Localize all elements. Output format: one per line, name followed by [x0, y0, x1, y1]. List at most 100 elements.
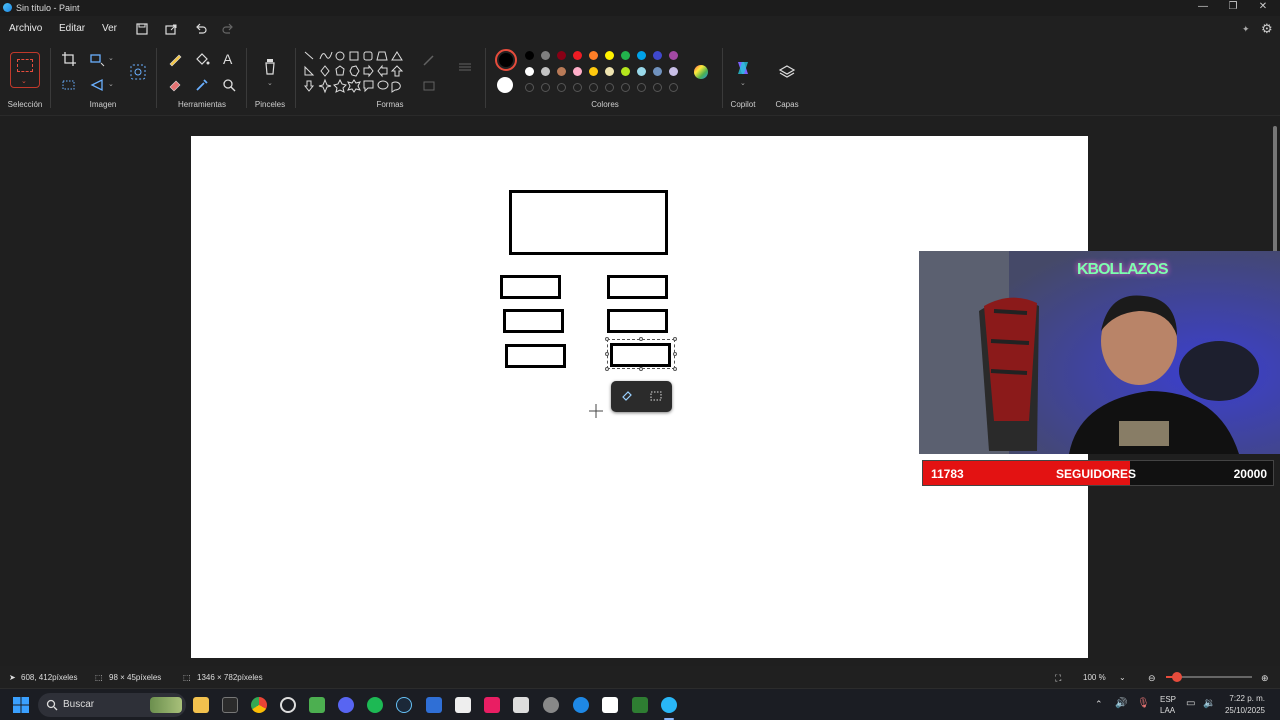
xbox-icon[interactable]: [632, 697, 648, 713]
custom-color-slot[interactable]: [669, 83, 678, 92]
shape-outline-icon[interactable]: [421, 52, 437, 68]
share-icon[interactable]: [163, 21, 179, 37]
capcut-icon[interactable]: [602, 697, 618, 713]
color-swatch[interactable]: [637, 51, 646, 60]
rotate-dropdown-chevron-icon[interactable]: ⌄: [108, 80, 114, 88]
image-select-all-icon[interactable]: [61, 77, 77, 93]
obs-icon[interactable]: [280, 697, 296, 713]
undo-icon[interactable]: [193, 21, 209, 37]
paint-taskbar-icon[interactable]: [661, 697, 677, 713]
app-icon[interactable]: [426, 697, 442, 713]
color-swatch[interactable]: [637, 67, 646, 76]
close-button[interactable]: ✕: [1248, 0, 1278, 16]
network-icon[interactable]: ▭: [1186, 698, 1195, 709]
speaker-icon[interactable]: 🔉: [1203, 698, 1215, 709]
color-swatch[interactable]: [621, 67, 630, 76]
resize-icon[interactable]: [89, 51, 105, 67]
crop-icon[interactable]: [61, 51, 77, 67]
color-swatch[interactable]: [669, 67, 678, 76]
stroke-size-icon[interactable]: [457, 59, 473, 75]
color-swatch[interactable]: [541, 67, 550, 76]
eraser-icon[interactable]: [167, 77, 183, 93]
color-swatch[interactable]: [605, 67, 614, 76]
color-swatch[interactable]: [573, 51, 582, 60]
color-swatch[interactable]: [605, 51, 614, 60]
color-swatch[interactable]: [669, 51, 678, 60]
document-icon[interactable]: [455, 697, 471, 713]
color-swatch[interactable]: [557, 51, 566, 60]
copilot-dropdown-chevron-icon[interactable]: ⌄: [740, 79, 746, 87]
notepad-icon[interactable]: [513, 697, 529, 713]
remove-background-icon[interactable]: [620, 389, 634, 403]
fill-bucket-icon[interactable]: [194, 51, 210, 67]
custom-color-slot[interactable]: [525, 83, 534, 92]
resize-handle[interactable]: [605, 367, 609, 371]
custom-color-slot[interactable]: [541, 83, 550, 92]
tray-overflow-chevron-icon[interactable]: ⌃: [1095, 699, 1103, 710]
maximize-button[interactable]: ❐: [1218, 0, 1248, 16]
settings-icon[interactable]: [543, 697, 559, 713]
custom-color-slot[interactable]: [589, 83, 598, 92]
file-explorer-icon[interactable]: [193, 697, 209, 713]
resize-handle[interactable]: [605, 352, 609, 356]
image-background-icon[interactable]: [129, 63, 147, 81]
custom-color-slot[interactable]: [653, 83, 662, 92]
shape-selection-box[interactable]: [607, 339, 675, 369]
color-picker-icon[interactable]: [194, 77, 210, 93]
bluestacks-icon[interactable]: [309, 697, 325, 713]
zoom-dropdown-chevron-icon[interactable]: ⌄: [1119, 673, 1126, 682]
resize-handle[interactable]: [639, 337, 643, 341]
custom-color-slot[interactable]: [557, 83, 566, 92]
save-icon[interactable]: [134, 21, 150, 37]
rotate-icon[interactable]: [89, 77, 105, 93]
layers-icon[interactable]: [778, 63, 796, 81]
volume-icon[interactable]: 🔊: [1115, 698, 1127, 709]
color-swatch[interactable]: [653, 67, 662, 76]
brush-icon[interactable]: [262, 57, 278, 77]
menu-editar[interactable]: Editar: [59, 23, 85, 34]
zoom-in-icon[interactable]: ⊕: [1261, 673, 1269, 684]
windows-start-icon[interactable]: [13, 697, 29, 713]
custom-color-slot[interactable]: [573, 83, 582, 92]
secondary-color-swatch[interactable]: [497, 77, 513, 93]
clock-date[interactable]: 25/10/2025: [1220, 706, 1265, 715]
custom-color-slot[interactable]: [637, 83, 646, 92]
minimize-button[interactable]: —: [1188, 0, 1218, 16]
edge-icon[interactable]: [573, 697, 589, 713]
language-top[interactable]: ESP: [1160, 695, 1176, 704]
scrollbar-thumb[interactable]: [1273, 126, 1277, 256]
color-swatch[interactable]: [557, 67, 566, 76]
fit-to-window-icon[interactable]: ⛶: [1055, 673, 1061, 684]
resize-dropdown-chevron-icon[interactable]: ⌄: [108, 54, 114, 62]
store-icon[interactable]: [222, 697, 238, 713]
sparkle-icon[interactable]: ✦: [1242, 24, 1250, 35]
image-erase-icon[interactable]: [649, 389, 663, 403]
resize-handle[interactable]: [639, 367, 643, 371]
brush-dropdown-chevron-icon[interactable]: ⌄: [267, 79, 273, 87]
edit-colors-icon[interactable]: [692, 63, 710, 81]
microphone-icon[interactable]: 🎙: [1137, 698, 1150, 709]
menu-ver[interactable]: Ver: [102, 23, 117, 34]
color-swatch[interactable]: [653, 51, 662, 60]
color-swatch[interactable]: [589, 67, 598, 76]
chrome-icon[interactable]: [251, 697, 267, 713]
discord-icon[interactable]: [338, 697, 354, 713]
color-swatch[interactable]: [621, 51, 630, 60]
custom-color-slot[interactable]: [621, 83, 630, 92]
magnifier-icon[interactable]: [221, 77, 237, 93]
shapes-gallery[interactable]: [303, 50, 405, 100]
language-bottom[interactable]: LAA: [1160, 706, 1175, 715]
steam-icon[interactable]: [396, 697, 412, 713]
color-swatch[interactable]: [573, 67, 582, 76]
shape-fill-icon[interactable]: [421, 78, 437, 94]
copilot-icon[interactable]: [734, 59, 752, 77]
tiktok-icon[interactable]: [484, 697, 500, 713]
spotify-icon[interactable]: [367, 697, 383, 713]
clock-time[interactable]: 7:22 p. m.: [1225, 694, 1265, 703]
zoom-level[interactable]: 100 %: [1083, 673, 1106, 682]
taskbar-search[interactable]: Buscar: [38, 693, 186, 717]
resize-handle[interactable]: [673, 367, 677, 371]
resize-handle[interactable]: [605, 337, 609, 341]
primary-color-swatch[interactable]: [495, 49, 517, 71]
color-swatch[interactable]: [525, 67, 534, 76]
